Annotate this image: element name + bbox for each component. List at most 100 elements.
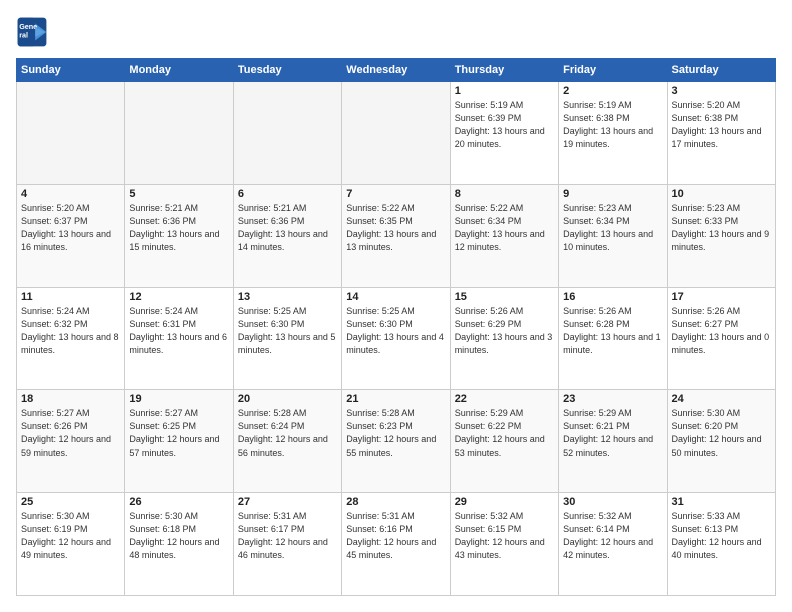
day-number: 26 xyxy=(129,496,228,508)
calendar-cell: 23 Sunrise: 5:29 AM Sunset: 6:21 PM Dayli… xyxy=(559,390,667,493)
day-detail: Sunrise: 5:29 AM Sunset: 6:21 PM Dayligh… xyxy=(563,407,662,459)
day-detail: Sunrise: 5:22 AM Sunset: 6:34 PM Dayligh… xyxy=(455,202,554,254)
day-detail: Sunrise: 5:32 AM Sunset: 6:14 PM Dayligh… xyxy=(563,510,662,562)
day-number: 30 xyxy=(563,496,662,508)
day-detail: Sunrise: 5:22 AM Sunset: 6:35 PM Dayligh… xyxy=(346,202,445,254)
calendar-cell: 30 Sunrise: 5:32 AM Sunset: 6:14 PM Dayli… xyxy=(559,493,667,596)
weekday-header-tuesday: Tuesday xyxy=(233,59,341,82)
day-detail: Sunrise: 5:24 AM Sunset: 6:32 PM Dayligh… xyxy=(21,305,120,357)
day-detail: Sunrise: 5:31 AM Sunset: 6:16 PM Dayligh… xyxy=(346,510,445,562)
day-detail: Sunrise: 5:26 AM Sunset: 6:27 PM Dayligh… xyxy=(672,305,771,357)
day-number: 12 xyxy=(129,291,228,303)
calendar-cell xyxy=(342,82,450,185)
calendar-cell: 15 Sunrise: 5:26 AM Sunset: 6:29 PM Dayli… xyxy=(450,287,558,390)
day-number: 7 xyxy=(346,188,445,200)
weekday-header-sunday: Sunday xyxy=(17,59,125,82)
calendar-cell: 7 Sunrise: 5:22 AM Sunset: 6:35 PM Daylig… xyxy=(342,184,450,287)
day-detail: Sunrise: 5:32 AM Sunset: 6:15 PM Dayligh… xyxy=(455,510,554,562)
logo-icon: Gene ral xyxy=(16,16,48,48)
calendar-cell: 2 Sunrise: 5:19 AM Sunset: 6:38 PM Daylig… xyxy=(559,82,667,185)
day-number: 9 xyxy=(563,188,662,200)
day-number: 10 xyxy=(672,188,771,200)
day-detail: Sunrise: 5:28 AM Sunset: 6:24 PM Dayligh… xyxy=(238,407,337,459)
day-number: 6 xyxy=(238,188,337,200)
day-detail: Sunrise: 5:29 AM Sunset: 6:22 PM Dayligh… xyxy=(455,407,554,459)
day-number: 18 xyxy=(21,393,120,405)
day-detail: Sunrise: 5:33 AM Sunset: 6:13 PM Dayligh… xyxy=(672,510,771,562)
calendar-cell: 5 Sunrise: 5:21 AM Sunset: 6:36 PM Daylig… xyxy=(125,184,233,287)
weekday-header-monday: Monday xyxy=(125,59,233,82)
day-number: 13 xyxy=(238,291,337,303)
svg-text:ral: ral xyxy=(19,31,28,40)
day-number: 28 xyxy=(346,496,445,508)
day-detail: Sunrise: 5:25 AM Sunset: 6:30 PM Dayligh… xyxy=(346,305,445,357)
calendar-week-row: 25 Sunrise: 5:30 AM Sunset: 6:19 PM Dayli… xyxy=(17,493,776,596)
calendar-cell: 25 Sunrise: 5:30 AM Sunset: 6:19 PM Dayli… xyxy=(17,493,125,596)
calendar-week-row: 1Sunrise: 5:19 AM Sunset: 6:39 PM Daylig… xyxy=(17,82,776,185)
day-detail: Sunrise: 5:28 AM Sunset: 6:23 PM Dayligh… xyxy=(346,407,445,459)
calendar-cell: 22 Sunrise: 5:29 AM Sunset: 6:22 PM Dayli… xyxy=(450,390,558,493)
calendar-cell: 20 Sunrise: 5:28 AM Sunset: 6:24 PM Dayli… xyxy=(233,390,341,493)
day-detail: Sunrise: 5:19 AM Sunset: 6:39 PM Dayligh… xyxy=(455,99,554,151)
calendar-cell: 16 Sunrise: 5:26 AM Sunset: 6:28 PM Dayli… xyxy=(559,287,667,390)
day-detail: Sunrise: 5:20 AM Sunset: 6:38 PM Dayligh… xyxy=(672,99,771,151)
day-detail: Sunrise: 5:19 AM Sunset: 6:38 PM Dayligh… xyxy=(563,99,662,151)
calendar-week-row: 4 Sunrise: 5:20 AM Sunset: 6:37 PM Daylig… xyxy=(17,184,776,287)
day-number: 17 xyxy=(672,291,771,303)
day-number: 27 xyxy=(238,496,337,508)
calendar-cell: 28 Sunrise: 5:31 AM Sunset: 6:16 PM Dayli… xyxy=(342,493,450,596)
day-detail: Sunrise: 5:26 AM Sunset: 6:29 PM Dayligh… xyxy=(455,305,554,357)
calendar-cell: 31 Sunrise: 5:33 AM Sunset: 6:13 PM Dayli… xyxy=(667,493,775,596)
day-detail: Sunrise: 5:23 AM Sunset: 6:34 PM Dayligh… xyxy=(563,202,662,254)
day-number: 14 xyxy=(346,291,445,303)
day-detail: Sunrise: 5:24 AM Sunset: 6:31 PM Dayligh… xyxy=(129,305,228,357)
day-number: 3 xyxy=(672,85,771,97)
calendar-cell: 17 Sunrise: 5:26 AM Sunset: 6:27 PM Dayli… xyxy=(667,287,775,390)
day-number: 22 xyxy=(455,393,554,405)
calendar-cell xyxy=(17,82,125,185)
day-number: 31 xyxy=(672,496,771,508)
weekday-header-thursday: Thursday xyxy=(450,59,558,82)
calendar-cell: 21 Sunrise: 5:28 AM Sunset: 6:23 PM Dayli… xyxy=(342,390,450,493)
day-number: 25 xyxy=(21,496,120,508)
day-detail: Sunrise: 5:30 AM Sunset: 6:19 PM Dayligh… xyxy=(21,510,120,562)
logo: Gene ral xyxy=(16,16,52,48)
calendar-week-row: 18 Sunrise: 5:27 AM Sunset: 6:26 PM Dayli… xyxy=(17,390,776,493)
day-number: 21 xyxy=(346,393,445,405)
calendar-cell: 14 Sunrise: 5:25 AM Sunset: 6:30 PM Dayli… xyxy=(342,287,450,390)
day-number: 8 xyxy=(455,188,554,200)
day-detail: Sunrise: 5:27 AM Sunset: 6:26 PM Dayligh… xyxy=(21,407,120,459)
day-number: 16 xyxy=(563,291,662,303)
calendar-cell: 26 Sunrise: 5:30 AM Sunset: 6:18 PM Dayli… xyxy=(125,493,233,596)
day-detail: Sunrise: 5:20 AM Sunset: 6:37 PM Dayligh… xyxy=(21,202,120,254)
day-number: 15 xyxy=(455,291,554,303)
day-number: 20 xyxy=(238,393,337,405)
day-number: 2 xyxy=(563,85,662,97)
calendar-cell: 29Sunrise: 5:32 AM Sunset: 6:15 PM Dayli… xyxy=(450,493,558,596)
calendar-cell: 6 Sunrise: 5:21 AM Sunset: 6:36 PM Daylig… xyxy=(233,184,341,287)
weekday-header-friday: Friday xyxy=(559,59,667,82)
calendar-cell: 13 Sunrise: 5:25 AM Sunset: 6:30 PM Dayli… xyxy=(233,287,341,390)
day-detail: Sunrise: 5:21 AM Sunset: 6:36 PM Dayligh… xyxy=(129,202,228,254)
calendar-cell: 8 Sunrise: 5:22 AM Sunset: 6:34 PM Daylig… xyxy=(450,184,558,287)
day-number: 5 xyxy=(129,188,228,200)
day-detail: Sunrise: 5:23 AM Sunset: 6:33 PM Dayligh… xyxy=(672,202,771,254)
day-number: 19 xyxy=(129,393,228,405)
day-number: 23 xyxy=(563,393,662,405)
calendar-cell: 24Sunrise: 5:30 AM Sunset: 6:20 PM Dayli… xyxy=(667,390,775,493)
calendar-cell: 3 Sunrise: 5:20 AM Sunset: 6:38 PM Daylig… xyxy=(667,82,775,185)
day-detail: Sunrise: 5:21 AM Sunset: 6:36 PM Dayligh… xyxy=(238,202,337,254)
day-number: 4 xyxy=(21,188,120,200)
calendar-table: SundayMondayTuesdayWednesdayThursdayFrid… xyxy=(16,58,776,596)
calendar-cell: 4 Sunrise: 5:20 AM Sunset: 6:37 PM Daylig… xyxy=(17,184,125,287)
calendar-cell: 12 Sunrise: 5:24 AM Sunset: 6:31 PM Dayli… xyxy=(125,287,233,390)
day-detail: Sunrise: 5:26 AM Sunset: 6:28 PM Dayligh… xyxy=(563,305,662,357)
calendar-cell: 9 Sunrise: 5:23 AM Sunset: 6:34 PM Daylig… xyxy=(559,184,667,287)
calendar-cell: 1Sunrise: 5:19 AM Sunset: 6:39 PM Daylig… xyxy=(450,82,558,185)
calendar-cell: 10 Sunrise: 5:23 AM Sunset: 6:33 PM Dayli… xyxy=(667,184,775,287)
day-detail: Sunrise: 5:25 AM Sunset: 6:30 PM Dayligh… xyxy=(238,305,337,357)
day-number: 11 xyxy=(21,291,120,303)
day-detail: Sunrise: 5:30 AM Sunset: 6:18 PM Dayligh… xyxy=(129,510,228,562)
day-detail: Sunrise: 5:27 AM Sunset: 6:25 PM Dayligh… xyxy=(129,407,228,459)
day-number: 24 xyxy=(672,393,771,405)
